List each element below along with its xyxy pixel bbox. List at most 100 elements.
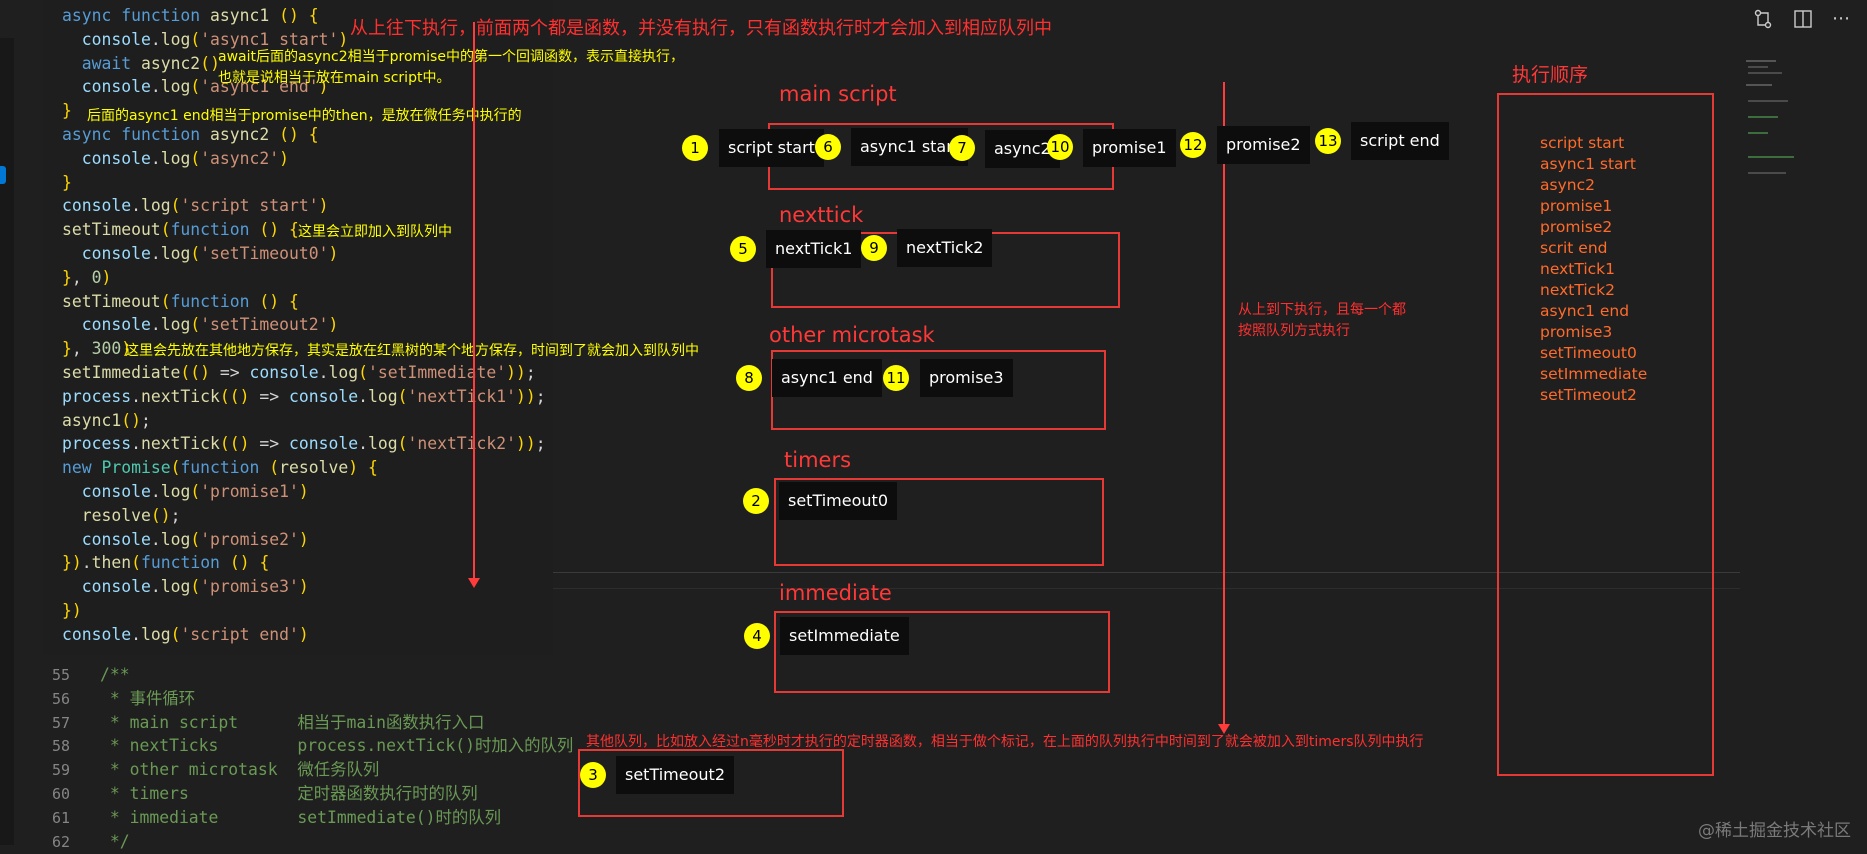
- code-line: }, 300): [62, 339, 132, 359]
- code-line: await async2(): [81, 53, 220, 73]
- step-badge: 3: [580, 762, 606, 788]
- comment-line: * 事件循环: [100, 688, 196, 708]
- comment-line: */: [100, 831, 130, 851]
- queue-flow-arrowhead: [1218, 724, 1230, 734]
- queue-item: script start: [719, 129, 824, 167]
- queue-item: promise2: [1217, 126, 1310, 164]
- queue-item: promise1: [1083, 129, 1176, 167]
- minimap[interactable]: [1746, 60, 1806, 200]
- queue-item: promise3: [920, 359, 1013, 397]
- comment-line: /**: [100, 665, 130, 684]
- code-line: console.log('async2'): [81, 148, 290, 168]
- line-number: 61: [51, 808, 70, 827]
- step-badge: 4: [744, 623, 770, 649]
- step-badge: 7: [949, 135, 975, 161]
- code-line: console.log('script start'): [62, 196, 329, 216]
- code-line: console.log('setTimeout2'): [81, 315, 339, 335]
- step-badge: 12: [1180, 132, 1206, 158]
- top-note: 从上往下执行，前面两个都是函数，并没有执行，只有函数执行时才会加入到相应队列中: [350, 18, 1052, 39]
- code-line: setImmediate(() => console.log('setImmed…: [62, 363, 536, 382]
- execution-order-item: nextTick2: [1540, 281, 1615, 299]
- comment-line: * main script 相当于main函数执行入口: [100, 712, 485, 732]
- nexttick-title: nexttick: [779, 203, 864, 227]
- code-line: resolve();: [81, 505, 181, 525]
- code-line: setTimeout(function () {: [62, 291, 299, 311]
- code-line: console.log('setTimeout0'): [81, 244, 339, 263]
- execution-order-item: promise3: [1540, 323, 1613, 341]
- queue-item: script end: [1351, 122, 1449, 160]
- step-badge: 10: [1047, 134, 1073, 160]
- code-line: }): [62, 601, 82, 620]
- execution-order-item: setTimeout0: [1540, 344, 1637, 362]
- code-line: async function async1 () {: [62, 6, 319, 25]
- line-number: 58: [51, 737, 70, 756]
- async1-end-note: 后面的async1 end相当于promise中的then，是放在微任务中执行的: [87, 108, 522, 124]
- code-flow-arrowhead: [468, 578, 480, 588]
- activity-bar: [0, 38, 14, 845]
- queue-item: setImmediate: [780, 617, 909, 655]
- execution-order-item: nextTick1: [1540, 260, 1615, 278]
- step-badge: 8: [736, 365, 762, 391]
- code-line: setTimeout(function () {: [62, 220, 299, 240]
- code-line: async1();: [62, 410, 151, 430]
- execution-order-item: async2: [1540, 176, 1595, 194]
- step-badge: 2: [743, 488, 769, 514]
- code-line: }: [62, 172, 72, 192]
- execution-order-item: promise2: [1540, 218, 1613, 236]
- main-script-title: main script: [779, 82, 897, 106]
- code-line: console.log('script end'): [62, 624, 309, 644]
- execution-order-title: 执行顺序: [1512, 64, 1589, 86]
- immediate-title: immediate: [779, 581, 892, 605]
- code-line: new Promise(function (resolve) {: [62, 458, 378, 478]
- code-flow-arrow: [473, 22, 475, 582]
- queue-item: setTimeout2: [616, 756, 734, 794]
- code-line: }: [62, 101, 72, 121]
- step-badge: 11: [883, 365, 909, 391]
- await-note-line-2: 也就是说相当于放在main script中。: [218, 70, 451, 86]
- execution-order-item: scrit end: [1540, 239, 1608, 257]
- queue-item: setTimeout0: [779, 482, 897, 520]
- settimeout2-note: 这里会先放在其他地方保存，其实是放在红黑树的某个地方保存，时间到了就会加入到队列…: [125, 343, 699, 359]
- source-control-icon[interactable]: [1752, 8, 1774, 30]
- step-badge: 6: [815, 134, 841, 160]
- split-editor-icon[interactable]: [1792, 8, 1814, 30]
- other-microtask-title: other microtask: [769, 323, 935, 347]
- execution-order-item: setTimeout2: [1540, 386, 1637, 404]
- execution-order-item: setImmediate: [1540, 365, 1648, 383]
- comment-line: * other microtask 微任务队列: [100, 760, 380, 780]
- step-badge: 5: [730, 236, 756, 262]
- line-number: 62: [51, 832, 70, 851]
- code-line: console.log('promise2'): [81, 529, 309, 549]
- execution-order-item: promise1: [1540, 197, 1613, 215]
- order-note-line-1: 从上到下执行，且每一个都: [1238, 302, 1406, 318]
- execution-order-item: async1 end: [1540, 302, 1630, 320]
- activity-indicator: [0, 166, 6, 184]
- queue-item: nextTick1: [766, 230, 862, 268]
- execution-order-item: script start: [1540, 134, 1625, 152]
- step-badge: 1: [682, 135, 708, 161]
- line-number: 56: [51, 689, 70, 708]
- line-number: 59: [51, 761, 70, 780]
- code-line: }).then(function () {: [62, 553, 270, 573]
- order-note-line-2: 按照队列方式执行: [1238, 323, 1350, 339]
- code-line: console.log('promise1'): [81, 482, 309, 501]
- timers-title: timers: [784, 448, 852, 472]
- comment-line: * nextTicks process.nextTick()时加入的队列: [100, 736, 574, 756]
- other-queue-note: 其他队列，比如放入经过n毫秒时才执行的定时器函数，相当于做个标记，在上面的队列执…: [586, 734, 1424, 750]
- line-number: 57: [51, 713, 70, 732]
- step-badge: 13: [1315, 128, 1341, 154]
- line-number: 60: [51, 785, 70, 803]
- code-line: async function async2 () {: [62, 125, 319, 144]
- queue-item: async1 end: [772, 359, 882, 397]
- settimeout0-note: 这里会立即加入到队列中: [298, 224, 452, 240]
- more-actions-icon[interactable]: ⋯: [1830, 8, 1852, 30]
- code-line: }, 0): [62, 267, 112, 287]
- comment-line: * timers 定时器函数执行时的队列: [100, 784, 478, 803]
- queue-item: nextTick2: [897, 229, 993, 267]
- comment-line: * immediate setImmediate()时的队列: [100, 807, 502, 827]
- code-line: console.log('promise3'): [81, 577, 309, 597]
- step-badge: 9: [861, 235, 887, 261]
- watermark: @稀土掘金技术社区: [1698, 821, 1851, 841]
- queue-flow-arrow: [1223, 82, 1225, 727]
- execution-order-item: async1 start: [1540, 155, 1636, 173]
